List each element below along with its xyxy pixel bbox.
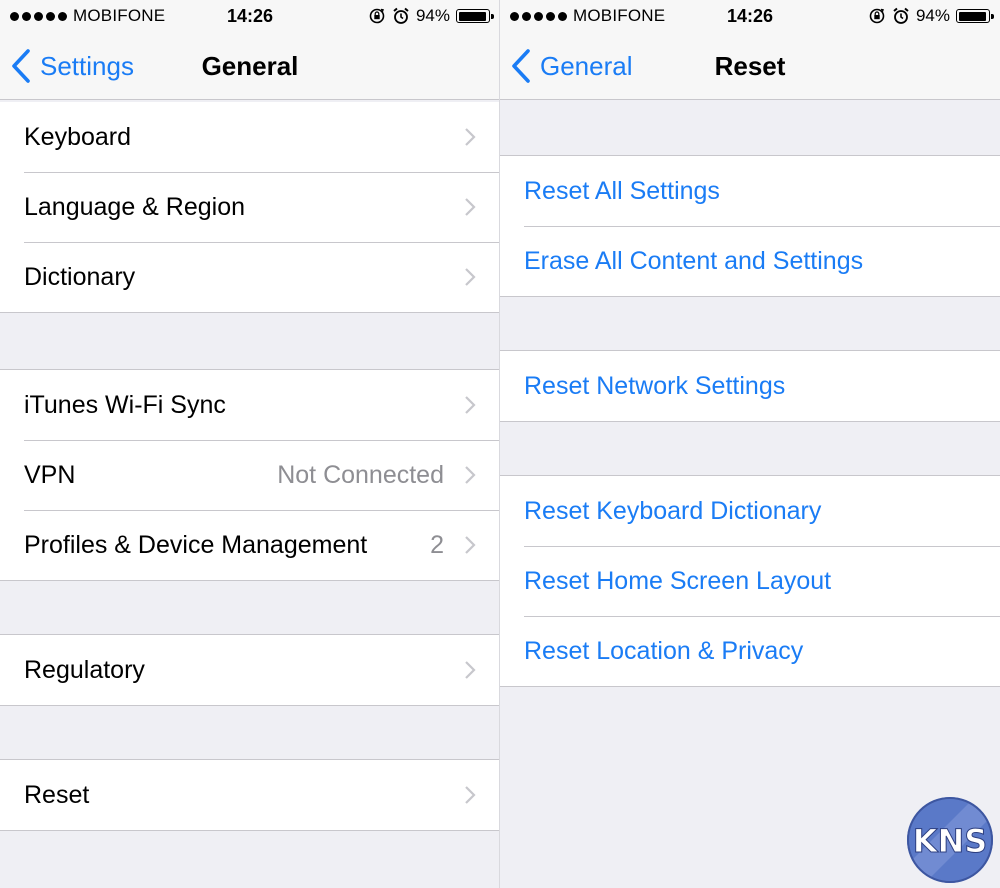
row-label: Language & Region [24, 192, 246, 221]
navigation-bar: General Reset [500, 32, 1000, 100]
row-label: Reset Network Settings [524, 371, 786, 400]
row-reset[interactable]: Reset [0, 760, 500, 830]
chevron-right-icon [465, 661, 476, 679]
rotation-lock-icon [369, 8, 385, 24]
reset-all-settings-button[interactable]: Reset All Settings [500, 156, 1000, 226]
alarm-icon [893, 7, 909, 24]
row-label: Profiles & Device Management [24, 530, 368, 559]
chevron-right-icon [465, 198, 476, 216]
reset-location-privacy-button[interactable]: Reset Location & Privacy [500, 616, 1000, 686]
navigation-bar: Settings General [0, 32, 500, 100]
battery-icon [456, 9, 494, 23]
back-button-general[interactable]: General [510, 32, 633, 100]
row-vpn[interactable]: VPN Not Connected [0, 440, 500, 510]
chevron-left-icon [12, 49, 30, 83]
reset-keyboard-dictionary-button[interactable]: Reset Keyboard Dictionary [500, 476, 1000, 546]
row-label: Keyboard [24, 122, 132, 151]
row-label: VPN [24, 460, 76, 489]
row-regulatory[interactable]: Regulatory [0, 635, 500, 705]
settings-group-reset: Reset [0, 759, 500, 831]
chevron-right-icon [465, 396, 476, 414]
battery-percentage: 94% [415, 6, 450, 25]
row-label: Dictionary [24, 262, 136, 291]
chevron-right-icon [465, 128, 476, 146]
row-profiles-device-management[interactable]: Profiles & Device Management 2 [0, 510, 500, 580]
back-button-label: General [540, 50, 633, 81]
row-dictionary[interactable]: Dictionary [0, 242, 500, 312]
chevron-right-icon [465, 536, 476, 554]
settings-group-regulatory: Regulatory [0, 634, 500, 706]
erase-all-content-button[interactable]: Erase All Content and Settings [500, 226, 1000, 296]
kns-watermark-logo: KNS [907, 797, 993, 883]
row-label: Reset Home Screen Layout [524, 566, 832, 595]
reset-group-misc: Reset Keyboard Dictionary Reset Home Scr… [500, 475, 1000, 687]
settings-group-connections: iTunes Wi-Fi Sync VPN Not Connected Prof… [0, 369, 500, 581]
reset-screen: MOBIFONE 14:26 94% General Reset Reset A… [500, 0, 1000, 888]
watermark-text: KNS [913, 822, 988, 860]
battery-icon [956, 9, 994, 23]
chevron-right-icon [465, 466, 476, 484]
row-label: Reset All Settings [524, 176, 720, 205]
rotation-lock-icon [869, 8, 885, 24]
reset-group-network: Reset Network Settings [500, 350, 1000, 422]
row-label: iTunes Wi-Fi Sync [24, 390, 226, 419]
row-label: Reset Keyboard Dictionary [524, 496, 822, 525]
reset-group-all: Reset All Settings Erase All Content and… [500, 155, 1000, 297]
battery-percentage: 94% [915, 6, 950, 25]
chevron-right-icon [465, 786, 476, 804]
status-bar: MOBIFONE 14:26 94% [500, 0, 1000, 32]
general-settings-screen: MOBIFONE 14:26 94% Settings General Keyb… [0, 0, 500, 888]
status-bar: MOBIFONE 14:26 94% [0, 0, 500, 32]
back-button-label: Settings [40, 50, 134, 81]
profiles-count-value: 2 [430, 530, 444, 559]
vpn-status-value: Not Connected [277, 460, 444, 489]
row-label: Reset Location & Privacy [524, 636, 804, 665]
settings-group-input: Keyboard Language & Region Dictionary [0, 102, 500, 313]
row-label: Erase All Content and Settings [524, 246, 864, 275]
alarm-icon [393, 7, 409, 24]
chevron-right-icon [465, 268, 476, 286]
row-label: Reset [24, 780, 90, 809]
row-itunes-wifi-sync[interactable]: iTunes Wi-Fi Sync [0, 370, 500, 440]
row-keyboard[interactable]: Keyboard [0, 102, 500, 172]
chevron-left-icon [512, 49, 530, 83]
row-label: Regulatory [24, 655, 145, 684]
row-language-region[interactable]: Language & Region [0, 172, 500, 242]
back-button-settings[interactable]: Settings [10, 32, 134, 100]
reset-network-settings-button[interactable]: Reset Network Settings [500, 351, 1000, 421]
reset-home-screen-layout-button[interactable]: Reset Home Screen Layout [500, 546, 1000, 616]
